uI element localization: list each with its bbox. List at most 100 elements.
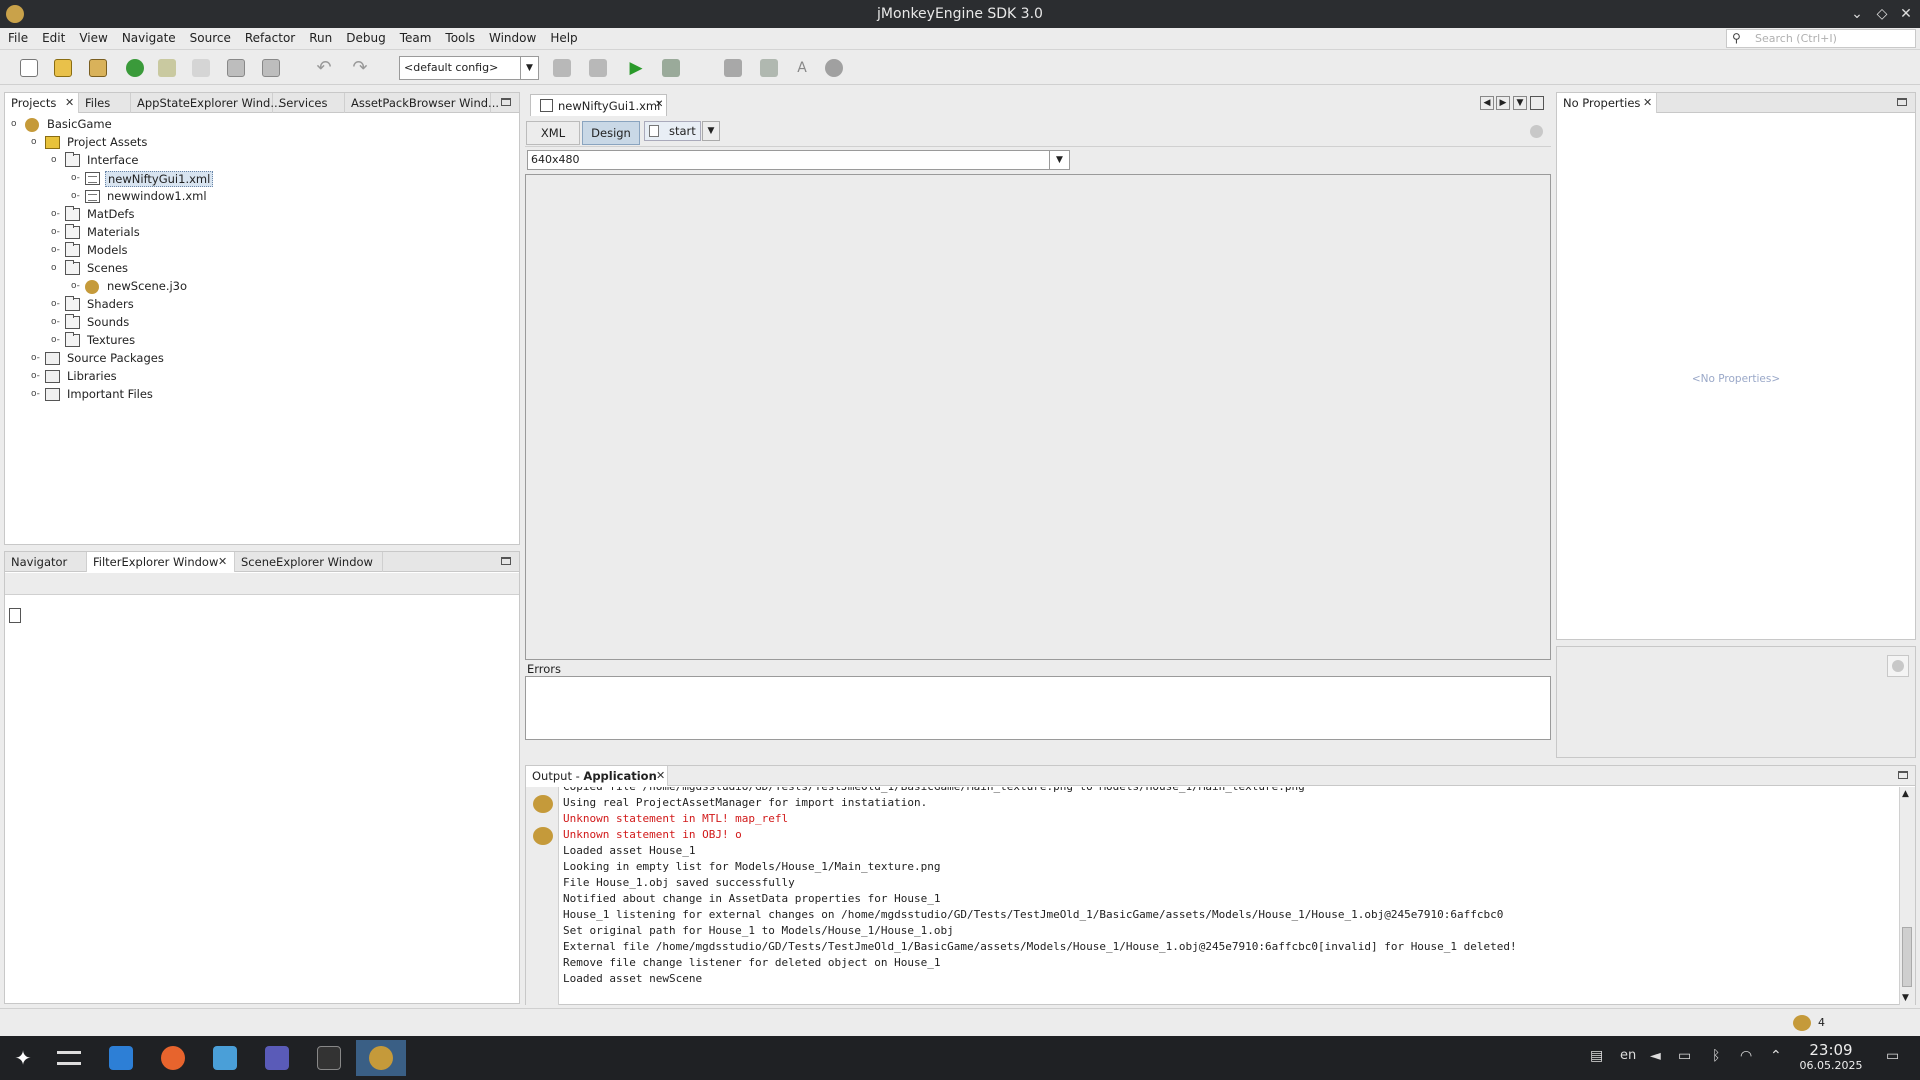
output-text-area[interactable]: Copied file /home/mgdsstudio/GD/Tests/Te… bbox=[526, 787, 1896, 1005]
redo-icon[interactable]: ↷ bbox=[348, 56, 372, 80]
close-window-icon[interactable]: ✕ bbox=[1896, 4, 1916, 24]
expand-toggle-icon[interactable]: o bbox=[51, 156, 60, 165]
battery-icon[interactable]: ▭ bbox=[1678, 1048, 1691, 1064]
tab-assetpack-browser[interactable]: AssetPackBrowser Wind... bbox=[345, 93, 499, 113]
expand-toggle-icon[interactable]: o- bbox=[51, 246, 60, 255]
expand-toggle-icon[interactable]: o- bbox=[71, 192, 80, 201]
document-list-icon[interactable]: ▼ bbox=[1513, 96, 1527, 110]
expand-toggle-icon[interactable]: o- bbox=[71, 282, 80, 291]
download-icon[interactable] bbox=[123, 56, 147, 80]
resolution-select[interactable]: 640x480 ▼ bbox=[527, 150, 1070, 170]
maximize-window-icon[interactable]: ◇ bbox=[1872, 4, 1892, 24]
bluetooth-icon[interactable]: ᛒ bbox=[1712, 1048, 1720, 1064]
notifications-icon[interactable] bbox=[1793, 1015, 1811, 1031]
chevron-down-icon[interactable]: ▼ bbox=[702, 121, 720, 141]
minimize-window-icon[interactable]: ⌄ bbox=[1847, 4, 1867, 24]
jmonkey-task-button[interactable] bbox=[356, 1040, 406, 1076]
expand-toggle-icon[interactable]: o- bbox=[51, 228, 60, 237]
menu-window[interactable]: Window bbox=[481, 28, 542, 50]
menu-team[interactable]: Team bbox=[392, 28, 438, 50]
menu-view[interactable]: View bbox=[71, 28, 113, 50]
scene-composer-icon[interactable] bbox=[721, 56, 745, 80]
font-tool-icon[interactable]: A bbox=[790, 56, 814, 80]
output-scrollbar[interactable]: ▲ ▼ bbox=[1899, 787, 1915, 1005]
menu-file[interactable]: File bbox=[0, 28, 34, 50]
close-icon[interactable]: ✕ bbox=[656, 769, 665, 782]
save-icon[interactable] bbox=[224, 56, 248, 80]
tab-services[interactable]: Services bbox=[273, 93, 345, 113]
minimize-panel-icon[interactable] bbox=[501, 98, 511, 106]
tab-navigator[interactable]: Navigator bbox=[5, 552, 87, 572]
keyboard-layout[interactable]: en bbox=[1620, 1048, 1636, 1063]
scroll-right-icon[interactable]: ▶ bbox=[1496, 96, 1510, 110]
menu-source[interactable]: Source bbox=[182, 28, 237, 50]
minimize-panel-icon[interactable] bbox=[501, 557, 511, 565]
app-launcher-button[interactable]: ✦ bbox=[2, 1040, 44, 1076]
chevron-up-icon[interactable]: ⌃ bbox=[1770, 1048, 1782, 1064]
editor-tab-newniftygui1[interactable]: newNiftyGui1.xml ✕ bbox=[530, 94, 667, 116]
menu-navigate[interactable]: Navigate bbox=[114, 28, 182, 50]
tab-output-application[interactable]: Output - Application bbox=[526, 766, 668, 786]
scroll-left-icon[interactable]: ◀ bbox=[1480, 96, 1494, 110]
expand-toggle-icon[interactable]: o- bbox=[51, 336, 60, 345]
firefox-button[interactable] bbox=[152, 1040, 194, 1076]
expand-toggle-icon[interactable]: o bbox=[51, 264, 60, 273]
run-icon[interactable]: ▶ bbox=[624, 56, 648, 80]
plugin-icon[interactable] bbox=[189, 56, 213, 80]
clipboard-icon[interactable]: ▤ bbox=[1590, 1048, 1603, 1064]
expand-toggle-icon[interactable]: o- bbox=[51, 210, 60, 219]
expand-toggle-icon[interactable]: o- bbox=[51, 318, 60, 327]
terrain-editor-icon[interactable] bbox=[757, 56, 781, 80]
tab-scene-explorer[interactable]: SceneExplorer Window bbox=[235, 552, 383, 572]
discover-store-button[interactable] bbox=[100, 1040, 142, 1076]
build-icon[interactable] bbox=[550, 56, 574, 80]
expand-toggle-icon[interactable]: o bbox=[31, 138, 40, 147]
gui-design-canvas[interactable] bbox=[525, 174, 1551, 660]
clean-build-icon[interactable] bbox=[155, 56, 179, 80]
tab-filter-explorer[interactable]: FilterExplorer Window bbox=[87, 552, 235, 572]
minimize-panel-icon[interactable] bbox=[1897, 98, 1907, 106]
menu-tools[interactable]: Tools bbox=[437, 28, 481, 50]
debug-icon[interactable] bbox=[659, 56, 683, 80]
config-select[interactable]: <default config> ▼ bbox=[399, 56, 539, 80]
material-tool-icon[interactable] bbox=[822, 56, 846, 80]
kanban-app-button[interactable] bbox=[256, 1040, 298, 1076]
file-manager-button[interactable] bbox=[204, 1040, 246, 1076]
terminal-button[interactable] bbox=[308, 1040, 350, 1076]
close-icon[interactable]: ✕ bbox=[218, 555, 227, 568]
minimize-panel-icon[interactable] bbox=[1898, 771, 1908, 779]
close-icon[interactable]: ✕ bbox=[1643, 96, 1652, 109]
expand-toggle-icon[interactable]: o- bbox=[31, 390, 40, 399]
close-icon[interactable]: ✕ bbox=[65, 96, 74, 109]
expand-toggle-icon[interactable]: o- bbox=[31, 354, 40, 363]
new-project-button[interactable] bbox=[51, 56, 75, 80]
menu-run[interactable]: Run bbox=[301, 28, 338, 50]
help-button[interactable] bbox=[1887, 655, 1909, 677]
system-settings-button[interactable] bbox=[48, 1040, 90, 1076]
open-project-button[interactable] bbox=[86, 56, 110, 80]
search-box[interactable]: ⚲ Search (Ctrl+I) bbox=[1726, 29, 1916, 48]
expand-toggle-icon[interactable]: o- bbox=[51, 300, 60, 309]
clean-and-build-icon[interactable] bbox=[586, 56, 610, 80]
tab-no-properties[interactable]: No Properties bbox=[1557, 93, 1657, 113]
scroll-down-icon[interactable]: ▼ bbox=[1902, 993, 1909, 1003]
clock[interactable]: 23:09 06.05.2025 bbox=[1796, 1041, 1866, 1072]
tab-appstate-explorer[interactable]: AppStateExplorer Wind... bbox=[131, 93, 281, 113]
menu-refactor[interactable]: Refactor bbox=[237, 28, 301, 50]
show-desktop-icon[interactable]: ▭ bbox=[1886, 1048, 1899, 1064]
volume-muted-icon[interactable]: ◄ bbox=[1650, 1048, 1661, 1064]
menu-debug[interactable]: Debug bbox=[338, 28, 391, 50]
xml-view-button[interactable]: XML bbox=[526, 121, 580, 145]
wifi-icon[interactable]: ◠ bbox=[1740, 1048, 1752, 1064]
expand-toggle-icon[interactable]: o- bbox=[31, 372, 40, 381]
menu-help[interactable]: Help bbox=[542, 28, 583, 50]
screen-select[interactable]: start bbox=[644, 121, 701, 141]
scroll-thumb[interactable] bbox=[1902, 927, 1912, 987]
undo-icon[interactable]: ↶ bbox=[312, 56, 336, 80]
expand-toggle-icon[interactable]: o bbox=[11, 120, 20, 129]
menu-edit[interactable]: Edit bbox=[34, 28, 71, 50]
save-all-icon[interactable] bbox=[259, 56, 283, 80]
maximize-editor-icon[interactable] bbox=[1530, 96, 1544, 110]
design-view-button[interactable]: Design bbox=[582, 121, 640, 145]
scroll-up-icon[interactable]: ▲ bbox=[1902, 789, 1909, 799]
